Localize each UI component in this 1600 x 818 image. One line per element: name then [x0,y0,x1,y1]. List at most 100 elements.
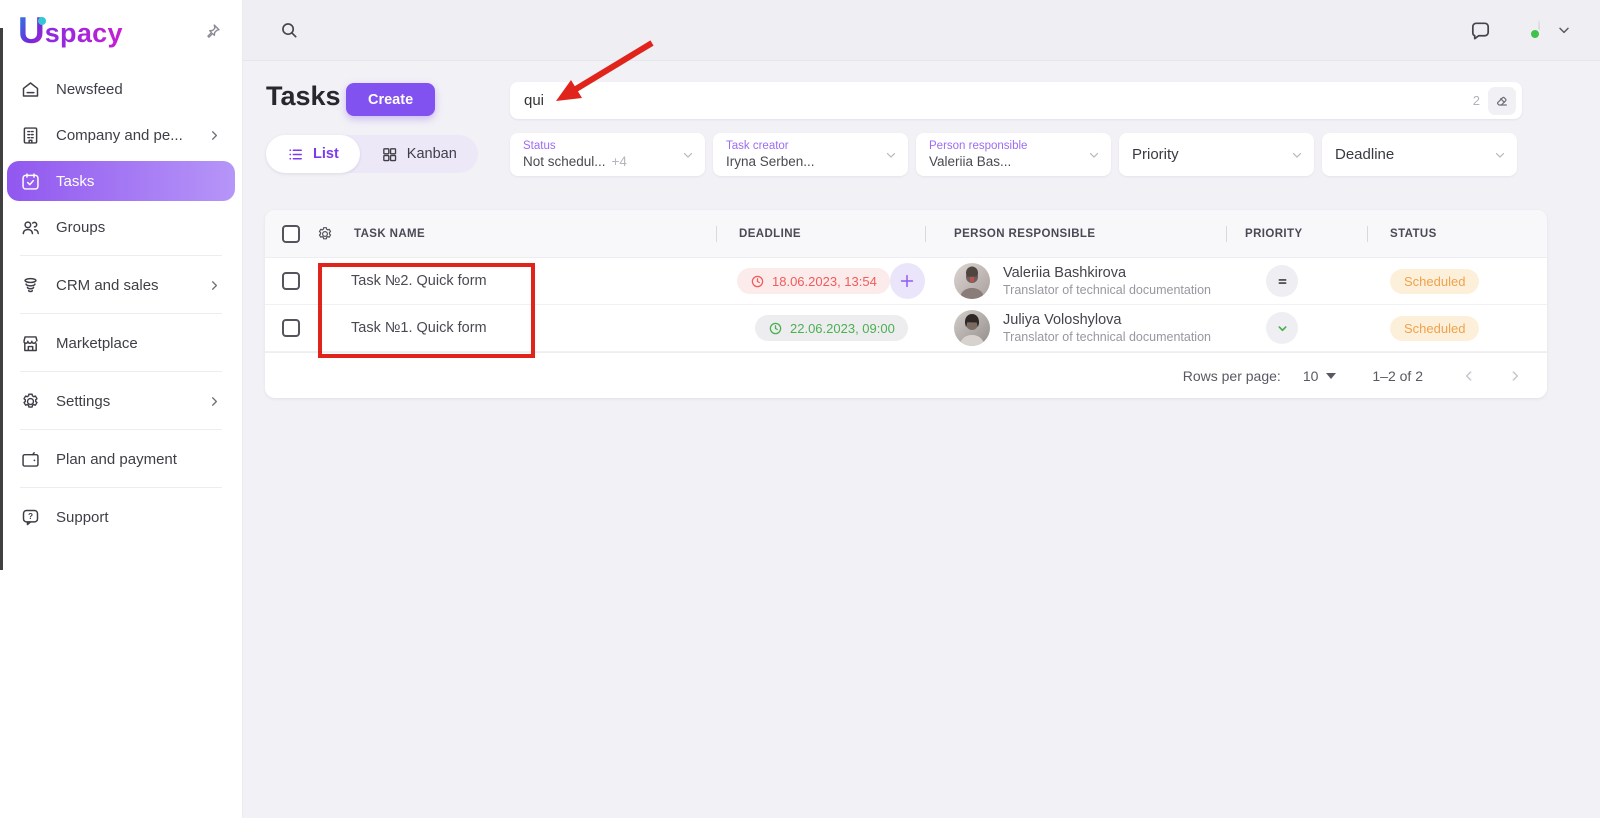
page-title: Tasks [266,81,341,112]
status-badge[interactable]: Scheduled [1390,316,1479,341]
search-result-count: 2 [1473,93,1480,108]
sidebar-item-groups[interactable]: Groups [0,204,242,250]
select-all-checkbox[interactable] [282,225,300,243]
sidebar-item-label: Settings [56,393,110,410]
table-header-status[interactable]: STATUS [1367,210,1547,257]
sidebar-item-label: CRM and sales [56,277,159,294]
chevron-right-icon [207,278,222,293]
task-name-link[interactable]: Task №1. Quick form [300,320,487,336]
filter-priority[interactable]: Priority [1119,133,1314,176]
priority-medium-icon[interactable] [1266,265,1298,297]
person-name: Valeriia Bashkirova [1003,265,1211,281]
person-job-title: Translator of technical documentation [1003,330,1211,344]
clock-icon [768,321,783,336]
svg-text:?: ? [28,511,33,521]
table-pagination: Rows per page: 10 1–2 of 2 [265,352,1547,398]
sidebar-item-plan-payment[interactable]: Plan and payment [0,436,242,482]
uspacy-logo[interactable]: U spacy [18,14,123,48]
filter-label: Status [523,140,681,152]
logo-text: spacy [45,19,123,48]
row-person-cell[interactable]: Valeriia Bashkirova Translator of techni… [925,263,1226,299]
row-name-cell: Task №2. Quick form [265,272,716,290]
filter-person-responsible[interactable]: Person responsible Valeriia Bas... [916,133,1111,176]
tasks-icon [20,171,41,192]
topbar [243,0,1600,61]
window-edge [0,28,3,570]
sidebar-item-label: Marketplace [56,335,138,352]
sidebar-item-company[interactable]: Company and pe... [0,112,242,158]
sidebar: U spacy Newsfeed Company and pe... [0,0,243,818]
table-header-priority[interactable]: PRIORITY [1226,210,1367,257]
chevron-down-icon [1290,148,1304,162]
sidebar-item-label: Tasks [56,173,94,190]
sidebar-item-label: Company and pe... [56,127,183,144]
rows-per-page-select[interactable]: 10 [1303,368,1337,384]
row-person-cell[interactable]: Juliya Voloshylova Translator of technic… [925,310,1226,346]
table-header-deadline[interactable]: DEADLINE [716,210,925,257]
kanban-grid-icon [381,146,398,163]
pin-sidebar-icon[interactable] [203,22,222,41]
logo-u-glyph: U [18,14,45,48]
table-header-name: TASK NAME [265,210,716,257]
filter-task-creator[interactable]: Task creator Iryna Serben... [713,133,908,176]
filter-label: Person responsible [929,140,1087,152]
sidebar-item-crm[interactable]: CRM and sales [0,262,242,308]
sidebar-divider [20,255,222,256]
row-checkbox[interactable] [282,272,300,290]
status-badge[interactable]: Scheduled [1390,269,1479,294]
row-deadline-cell: 22.06.2023, 09:00 [716,305,925,351]
online-status-dot [1529,28,1541,40]
row-deadline-cell: 18.06.2023, 13:54 [716,258,925,304]
table-row: Task №2. Quick form 18.06.2023, 13:54 [265,258,1547,305]
crm-funnel-icon [20,275,41,296]
home-icon [20,79,41,100]
chevron-right-icon [207,128,222,143]
create-task-button[interactable]: Create [346,83,435,116]
row-status-cell: Scheduled [1367,269,1547,294]
sidebar-item-newsfeed[interactable]: Newsfeed [0,66,242,112]
main-content: Tasks Create 2 List Kanban [243,61,1600,818]
filter-deadline[interactable]: Deadline [1322,133,1517,176]
task-name-link[interactable]: Task №2. Quick form [300,273,487,289]
tasks-table: TASK NAME DEADLINE PERSON RESPONSIBLE PR… [265,210,1547,398]
sidebar-item-label: Newsfeed [56,81,123,98]
tab-kanban-view[interactable]: Kanban [360,135,478,173]
column-settings-gear-icon[interactable] [316,225,334,243]
column-header-label[interactable]: TASK NAME [354,228,425,240]
filter-extra-count: +4 [612,154,627,169]
sidebar-item-tasks[interactable]: Tasks [7,161,235,201]
chevron-down-icon [884,148,898,162]
sidebar-item-support[interactable]: ? Support [0,494,242,540]
clear-search-button[interactable] [1488,87,1516,115]
row-status-cell: Scheduled [1367,316,1547,341]
app-window: U spacy Newsfeed Company and pe... [0,0,1600,818]
caret-down-icon [1326,373,1336,379]
priority-low-icon[interactable] [1266,312,1298,344]
list-icon [287,146,304,163]
row-checkbox[interactable] [282,319,300,337]
filter-status[interactable]: Status Not schedul...+4 [510,133,705,176]
sidebar-item-label: Groups [56,219,105,236]
clock-icon [750,274,765,289]
user-avatar[interactable] [1538,21,1540,39]
row-priority-cell [1226,265,1367,297]
table-header-person[interactable]: PERSON RESPONSIBLE [925,210,1226,257]
sidebar-item-label: Support [56,509,109,526]
chevron-down-icon [681,148,695,162]
search-icon[interactable] [278,19,300,41]
sidebar-item-label: Plan and payment [56,451,177,468]
tab-label: Kanban [407,146,457,162]
tab-list-view[interactable]: List [266,135,360,173]
sidebar-item-marketplace[interactable]: Marketplace [0,320,242,366]
sidebar-divider [20,313,222,314]
row-name-cell: Task №1. Quick form [265,319,716,337]
add-subtask-button[interactable] [890,263,925,299]
profile-chevron-down-icon[interactable] [1556,22,1572,38]
chat-icon[interactable] [1469,19,1492,42]
sidebar-item-settings[interactable]: Settings [0,378,242,424]
filter-label: Priority [1132,146,1290,163]
previous-page-button[interactable] [1457,364,1481,388]
storefront-icon [20,333,41,354]
task-search-input[interactable] [524,92,1473,109]
next-page-button[interactable] [1503,364,1527,388]
